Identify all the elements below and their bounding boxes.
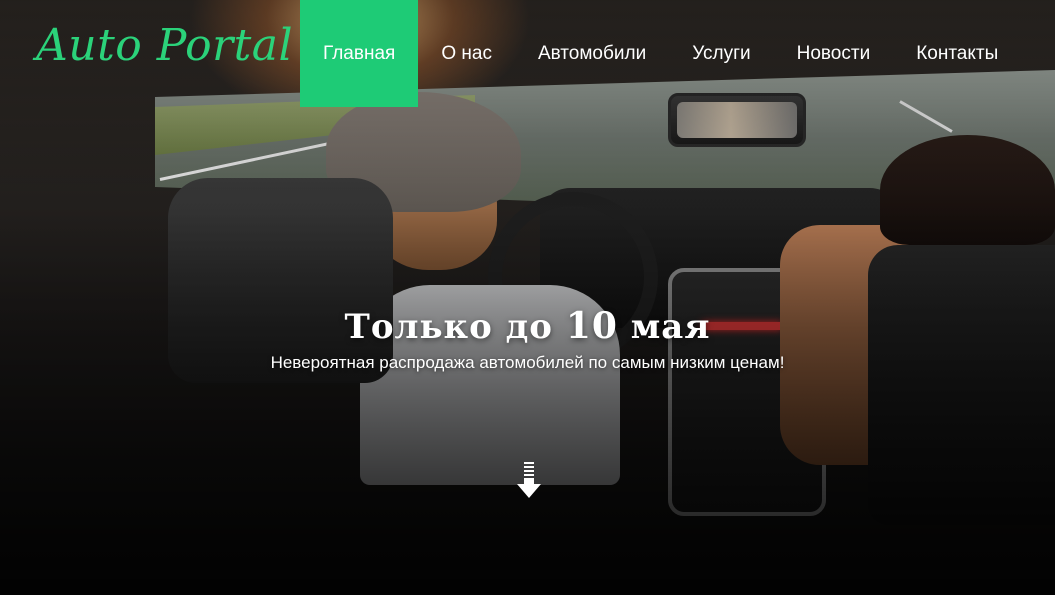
headline-prefix: Только до — [344, 307, 553, 347]
hero-subtitle: Невероятная распродажа автомобилей по са… — [270, 353, 785, 372]
arrow-down-icon — [517, 462, 541, 498]
scroll-down-button[interactable] — [515, 462, 543, 500]
main-navigation: Главная О нас Автомобили Услуги Новости … — [300, 0, 1021, 107]
headline-date-number: 10 — [565, 305, 618, 347]
nav-item-home[interactable]: Главная — [300, 0, 419, 107]
site-logo[interactable]: Auto Portal — [36, 20, 293, 71]
nav-item-contacts[interactable]: Контакты — [893, 0, 1021, 107]
headline-suffix: мая — [630, 307, 711, 347]
top-navbar: Auto Portal Главная О нас Автомобили Усл… — [0, 0, 1055, 107]
nav-item-services[interactable]: Услуги — [669, 0, 773, 107]
nav-item-cars[interactable]: Автомобили — [515, 0, 669, 107]
nav-item-about[interactable]: О нас — [418, 0, 515, 107]
nav-item-news[interactable]: Новости — [774, 0, 894, 107]
hero-headline: Только до 10 мая — [0, 305, 1055, 347]
